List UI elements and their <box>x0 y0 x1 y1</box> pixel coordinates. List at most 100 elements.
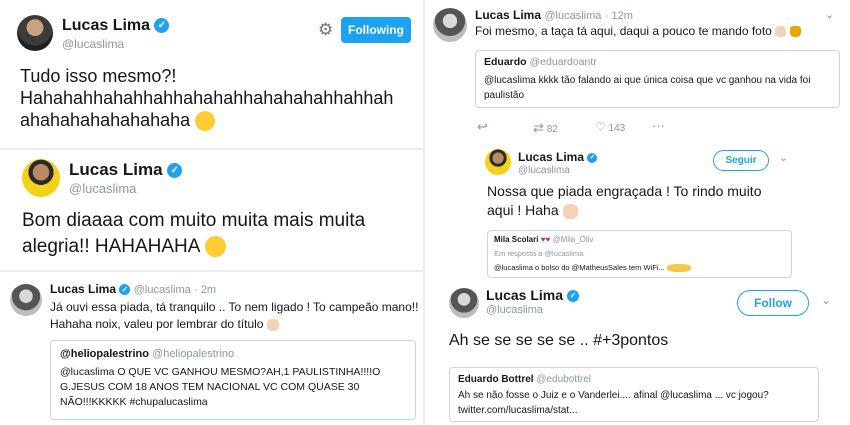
verified-icon: ✓ <box>566 290 579 303</box>
quoted-tweet[interactable]: Eduardo @eduardoantr @lucaslima kkkk tão… <box>475 50 840 108</box>
handle[interactable]: @lucaslima <box>518 165 570 176</box>
handle[interactable]: @lucaslima <box>62 37 124 51</box>
tweet-text-line-2: Hahahahhahahhahhahahahhahahahahhahhah <box>20 88 394 108</box>
quoted-text-line-2: paulistão <box>484 90 525 101</box>
quoted-tweet[interactable]: Eduardo Bottrel @edubottrel Ah se não fo… <box>449 367 819 422</box>
chevron-down-icon[interactable]: ⌄ <box>825 8 834 21</box>
tweet-text-line-2-text: aqui ! Haha <box>487 202 559 218</box>
hearts-icon: ♥♥ <box>540 235 551 244</box>
tweet-card-6: Lucas Lima ✓ @lucaslima Follow ⌄ Ah se s… <box>425 282 850 425</box>
heart-icon: ♡ <box>595 120 606 134</box>
quoted-text-line-1: @lucaslima kkkk tão falando ai que única… <box>484 75 811 86</box>
quoted-text-line-1: Ah se não fosse o Juiz e o Vanderlei....… <box>458 390 769 401</box>
display-name-text: Lucas Lima <box>50 282 117 296</box>
tweet-text-content: Foi mesmo, a taça tá aqui, daqui a pouco… <box>475 24 772 38</box>
quoted-tweet[interactable]: @heliopalestrino @heliopalestrino @lucas… <box>50 340 416 420</box>
display-name[interactable]: Lucas Lima ✓ @lucaslima · 2m <box>50 282 216 296</box>
handle[interactable]: @lucaslima <box>69 181 136 196</box>
display-name-text: Lucas Lima <box>69 160 163 179</box>
retweet-button[interactable]: ⇄ 82 <box>533 120 558 136</box>
quoted-author-name: @heliopalestrino <box>60 348 149 360</box>
display-name-text: Lucas Lima <box>62 17 151 34</box>
handle[interactable]: @lucaslima <box>134 284 191 296</box>
tweet-text-line-1: Bom diaaaa com muito muita mais muita <box>22 210 366 231</box>
follow-button[interactable]: Seguir <box>713 150 769 171</box>
tweet-text-line-2-text: Hahaha noix, valeu por lembrar do título <box>50 317 264 331</box>
following-button[interactable]: Following <box>341 17 411 43</box>
tweet-card-1: Lucas Lima ✓ @lucaslima ⚙ Following Tudo… <box>0 0 423 148</box>
follow-button[interactable]: Follow <box>737 290 809 316</box>
reply-context: Em resposta a @lucaslima <box>494 249 584 258</box>
gear-icon[interactable]: ⚙ <box>318 20 333 40</box>
tweet-text-line-2-text: alegria!! HAHAHAHA <box>22 236 200 257</box>
quoted-author: Mila Scolari ♥♥ @Mila_Oliv <box>494 235 593 244</box>
tweet-text-line-3: ahahahahahahahaha <box>20 110 216 132</box>
quoted-handle: @eduardoantr <box>529 56 597 68</box>
tweet-text-line-1: Nossa que piada engraçada ! To rindo mui… <box>487 183 762 199</box>
avatar[interactable] <box>22 159 60 197</box>
timestamp[interactable]: · 12m <box>605 10 633 22</box>
clap-icon <box>666 264 691 273</box>
timestamp[interactable]: · 2m <box>194 284 216 296</box>
thinking-face-icon <box>195 111 216 132</box>
display-name[interactable]: Lucas Lima ✓ <box>62 17 170 35</box>
display-name-text: Lucas Lima <box>518 150 585 164</box>
more-icon[interactable]: ··· <box>652 118 665 133</box>
verified-icon: ✓ <box>587 152 598 163</box>
display-name-text: Lucas Lima <box>486 287 564 303</box>
quoted-author-name: Mila Scolari <box>494 235 539 244</box>
reply-icon[interactable]: ↩ <box>477 119 488 135</box>
quoted-author: Eduardo @eduardoantr <box>484 56 597 68</box>
hand-icon <box>562 203 578 219</box>
tweet-card-4: Lucas Lima @lucaslima · 12m ⌄ Foi mesmo,… <box>425 0 850 142</box>
avatar[interactable] <box>433 8 467 42</box>
tweet-text-line-2: Hahaha noix, valeu por lembrar do título <box>50 317 279 331</box>
like-button[interactable]: ♡ 143 <box>595 120 625 134</box>
display-name[interactable]: Lucas Lima ✓ <box>518 150 598 164</box>
avatar[interactable] <box>449 288 479 318</box>
retweet-count: 82 <box>546 124 558 135</box>
tweet-text: Foi mesmo, a taça tá aqui, daqui a pouco… <box>475 24 801 38</box>
verified-icon: ✓ <box>167 163 183 179</box>
avatar[interactable] <box>485 149 511 175</box>
timestamp-text: 12m <box>611 10 633 22</box>
tweet-card-2: Lucas Lima ✓ @lucaslima Bom diaaaa com m… <box>0 150 423 270</box>
quoted-handle: @Mila_Oliv <box>552 235 594 244</box>
like-count: 143 <box>608 123 626 134</box>
tweet-text-line-2: aqui ! Haha <box>487 202 578 219</box>
display-name[interactable]: Lucas Lima ✓ <box>486 287 579 303</box>
thinking-face-icon <box>204 236 226 258</box>
quoted-author: @heliopalestrino @heliopalestrino <box>60 348 234 360</box>
quoted-author-name: Eduardo <box>484 56 527 68</box>
trophy-icon <box>789 26 801 38</box>
quoted-author: Eduardo Bottrel @edubottrel <box>458 374 591 385</box>
avatar[interactable] <box>10 284 42 316</box>
quoted-text-line-1: @lucaslima O QUE VC GANHOU MESMO?AH,1 PA… <box>60 366 381 378</box>
quoted-author-name: Eduardo Bottrel <box>458 374 534 385</box>
tweet-text-line-1: Tudo isso mesmo?! <box>20 66 177 86</box>
quoted-text-line-2[interactable]: twitter.com/lucaslima/stat... <box>458 405 577 416</box>
hand-icon <box>775 26 787 38</box>
quoted-text: @lucaslima o bolso do @MatheusSales tem … <box>494 263 691 273</box>
chevron-down-icon[interactable]: ⌄ <box>821 293 831 307</box>
quoted-text-content: @lucaslima o bolso do @MatheusSales tem … <box>494 263 665 272</box>
tweet-text-line-2: alegria!! HAHAHAHA <box>22 236 226 258</box>
quoted-text-line-3: NÃO!!!KKKKK #chupalucaslima <box>60 396 208 408</box>
handle[interactable]: @lucaslima <box>544 10 601 22</box>
display-name[interactable]: Lucas Lima @lucaslima · 12m <box>475 8 633 22</box>
tweet-card-3: Lucas Lima ✓ @lucaslima · 2m Já ouvi ess… <box>0 272 423 425</box>
avatar[interactable] <box>17 15 53 51</box>
verified-icon: ✓ <box>119 284 131 296</box>
handle[interactable]: @lucaslima <box>486 304 543 316</box>
chevron-down-icon[interactable]: ⌄ <box>779 151 788 164</box>
retweet-icon: ⇄ <box>533 120 544 135</box>
quoted-handle: @heliopalestrino <box>152 348 235 360</box>
tweet-text-line-1: Já ouvi essa piada, tá tranquilo .. To n… <box>50 300 419 314</box>
quoted-tweet[interactable]: Mila Scolari ♥♥ @Mila_Oliv Em resposta a… <box>487 230 792 278</box>
tweet-text: Ah se se se se se .. #+3pontos <box>449 332 669 349</box>
quoted-text-line-2: G.JESUS COM 18 ANOS TEM NACIONAL VC COM … <box>60 381 360 393</box>
timestamp-text: 2m <box>200 284 217 296</box>
quoted-handle: @edubottrel <box>536 374 591 385</box>
display-name[interactable]: Lucas Lima ✓ <box>69 160 183 180</box>
tweet-card-5: Lucas Lima ✓ @lucaslima Seguir ⌄ Nossa q… <box>425 142 850 282</box>
